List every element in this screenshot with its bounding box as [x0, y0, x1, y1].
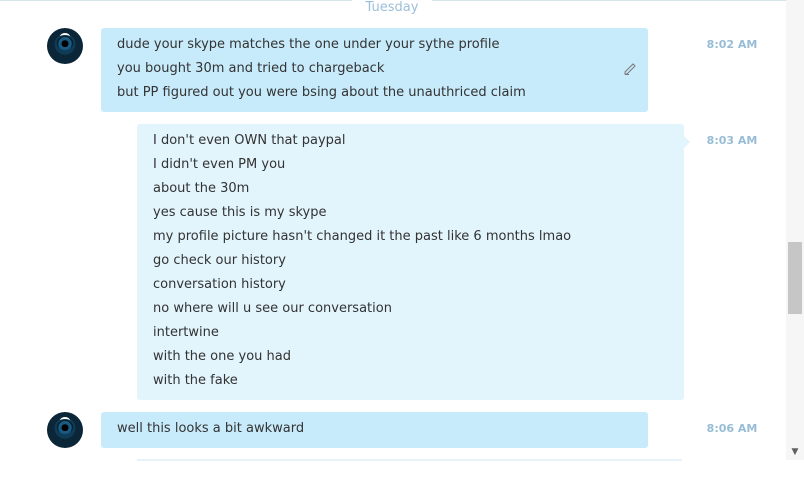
message-line: well this looks a bit awkward	[117, 421, 305, 436]
message-line: go check our history	[153, 253, 286, 268]
avatar-eye-graphic	[57, 417, 73, 434]
day-separator: Tuesday	[0, 0, 786, 18]
pencil-icon[interactable]	[624, 63, 636, 75]
message-line: you bought 30m and tried to chargeback	[117, 61, 385, 76]
message-line: I don't even OWN that paypal	[153, 133, 346, 148]
message-bubble-incoming[interactable]: well this looks a bit awkward	[101, 412, 648, 448]
message-line: about the 30m	[153, 181, 250, 196]
message-line: with the fake	[153, 373, 238, 388]
message-line: conversation history	[153, 277, 286, 292]
message-line: I didn't even PM you	[153, 157, 286, 172]
message-line: no where will u see our conversation	[153, 301, 392, 316]
contact-avatar[interactable]	[47, 412, 83, 448]
message-line: with the one you had	[153, 349, 291, 364]
message-bubble-outgoing[interactable]: I don't even OWN that paypal I didn't ev…	[137, 124, 690, 400]
message-line: intertwine	[153, 325, 219, 340]
contact-avatar[interactable]	[47, 28, 83, 64]
message-timestamp: 8:02 AM	[706, 38, 758, 51]
avatar-eye-graphic	[57, 33, 73, 50]
message-line: yes cause this is my skype	[153, 205, 327, 220]
next-message-edge	[137, 459, 682, 461]
day-separator-label: Tuesday	[365, 0, 419, 15]
vertical-scrollbar[interactable]: ▼	[786, 0, 804, 460]
message-bubble-incoming[interactable]: dude your skype matches the one under yo…	[101, 28, 648, 112]
message-line: dude your skype matches the one under yo…	[117, 37, 500, 52]
message-timestamp: 8:03 AM	[706, 134, 758, 147]
separator-line-right	[432, 0, 786, 1]
message-timestamp: 8:06 AM	[706, 422, 758, 435]
scroll-down-arrow-icon[interactable]: ▼	[789, 446, 801, 458]
message-line: but PP figured out you were bsing about …	[117, 85, 526, 100]
message-line: my profile picture hasn't changed it the…	[153, 229, 572, 244]
scrollbar-thumb[interactable]	[788, 242, 802, 314]
separator-line-left	[0, 0, 352, 1]
